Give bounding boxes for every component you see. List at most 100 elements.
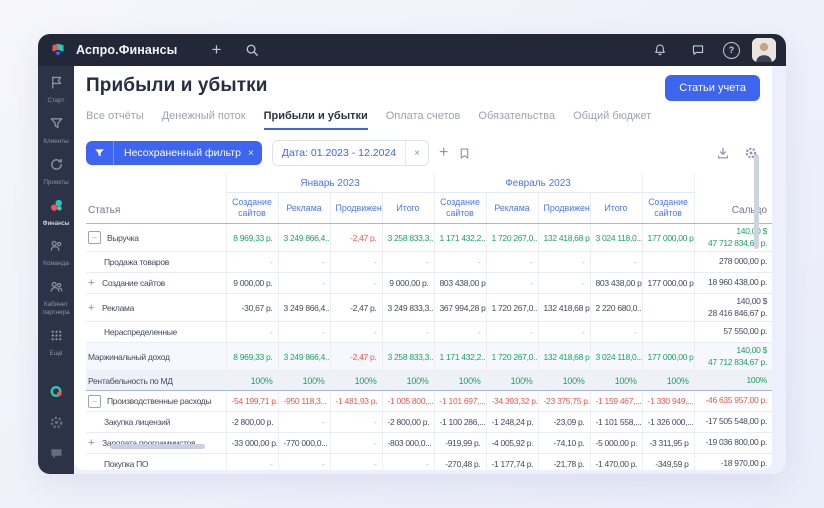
- row-label-cell: –Производственные расходы: [86, 391, 226, 412]
- table-row: +Создание сайтов9 000,00 р.--9 000,00 р.…: [86, 273, 772, 294]
- value-cell: -1 470,00 р.: [590, 454, 642, 471]
- unsaved-filter-chip[interactable]: Несохраненный фильтр ×: [86, 141, 262, 165]
- sidebar-item-more[interactable]: Ещё: [38, 328, 74, 358]
- table-row: Маржинальный доход8 969,33 р.3 249 866,4…: [86, 343, 772, 371]
- value-cell: -74,10 р.: [538, 433, 590, 454]
- value-cell: -: [330, 273, 382, 294]
- value-cell: 100%: [486, 371, 538, 391]
- value-cell: -2 800,00 р.: [226, 412, 278, 433]
- sidebar-item-start[interactable]: Старт: [38, 75, 74, 105]
- value-cell: 3 258 833,3...: [382, 343, 434, 371]
- value-cell: 1 171 432,2...: [434, 224, 486, 252]
- tab-item[interactable]: Общий бюджет: [573, 110, 651, 130]
- bookmark-icon[interactable]: [458, 147, 471, 160]
- value-cell: 3 249 833,3...: [382, 294, 434, 322]
- value-cell: -1 481,93 р.: [330, 391, 382, 412]
- expand-plus-icon[interactable]: +: [88, 437, 96, 449]
- sidebar-item-finance[interactable]: Финансы: [38, 198, 74, 228]
- saldo-cell: 18 960 438,00 р.: [694, 273, 772, 294]
- value-cell: 132 418,68 р.: [538, 294, 590, 322]
- sidebar-item-team[interactable]: Команда: [38, 238, 74, 268]
- value-cell: -270,48 р.: [434, 454, 486, 471]
- value-cell: 100%: [434, 371, 486, 391]
- sidebar-item-label: Финансы: [43, 220, 69, 228]
- download-icon[interactable]: [716, 146, 730, 160]
- value-cell: -23,09 р.: [538, 412, 590, 433]
- sidebar-item-label: Клиенты: [43, 138, 68, 146]
- row-label: Маржинальный доход: [88, 352, 170, 362]
- row-label: Продажа товаров: [104, 257, 169, 267]
- row-label: Выручка: [107, 233, 139, 243]
- expand-plus-icon[interactable]: +: [88, 277, 96, 289]
- tab-item[interactable]: Прибыли и убытки: [264, 110, 368, 130]
- value-cell: -: [538, 252, 590, 273]
- value-cell: -919,99 р.: [434, 433, 486, 454]
- table-row: Рентабельность по МД100%100%100%100%100%…: [86, 371, 772, 391]
- value-cell: 132 418,68 р.: [538, 343, 590, 371]
- column-header: Итого: [382, 193, 434, 224]
- partner-icon: [49, 279, 64, 299]
- profit-loss-table: Январь 2023Февраль 2023СтатьяСоздание са…: [86, 174, 772, 470]
- value-cell: [642, 294, 694, 322]
- date-filter-chip[interactable]: Дата: 01.2023 - 12.2024 ×: [272, 140, 429, 166]
- row-label-cell: Рентабельность по МД: [86, 371, 226, 391]
- value-cell: 9 000,00 р.: [382, 273, 434, 294]
- search-icon[interactable]: [239, 37, 265, 63]
- app-title: Аспро.Финансы: [76, 43, 177, 57]
- horizontal-scrollbar[interactable]: [110, 444, 205, 449]
- remove-filter-icon[interactable]: ×: [248, 148, 254, 159]
- value-cell: -: [278, 322, 330, 343]
- expand-plus-icon[interactable]: +: [88, 302, 96, 314]
- value-cell: -803 000,0...: [382, 433, 434, 454]
- value-cell: -34 393,32 р.: [486, 391, 538, 412]
- value-cell: -: [590, 322, 642, 343]
- value-cell: 8 969,33 р.: [226, 343, 278, 371]
- sidebar-item-projects[interactable]: Проекты: [38, 157, 74, 187]
- page-title: Прибыли и убытки: [86, 75, 268, 97]
- value-cell: -: [486, 252, 538, 273]
- more-icon: [49, 328, 64, 348]
- sidebar-item-partner[interactable]: Кабинет партнера: [38, 279, 74, 317]
- value-cell: -: [330, 252, 382, 273]
- value-cell: [642, 252, 694, 273]
- accounting-articles-button[interactable]: Статьи учета: [665, 75, 760, 101]
- value-cell: 100%: [642, 371, 694, 391]
- sidebar-item-clients[interactable]: Клиенты: [38, 116, 74, 146]
- avatar[interactable]: [752, 38, 776, 62]
- value-cell: -: [434, 252, 486, 273]
- sidebar-item-label: Команда: [43, 260, 69, 268]
- value-cell: -: [278, 273, 330, 294]
- table-row: Нераспределенные--------57 550,00 р.: [86, 322, 772, 343]
- saldo-column-header: Сальдо: [694, 193, 772, 224]
- value-cell: 3 024 118,0...: [590, 343, 642, 371]
- value-cell: 1 720 267,0...: [486, 343, 538, 371]
- app-logo-badge[interactable]: [49, 384, 64, 404]
- remove-date-filter-icon[interactable]: ×: [406, 148, 428, 159]
- create-plus-icon[interactable]: +: [203, 37, 229, 63]
- value-cell: -1 326 000,...: [642, 412, 694, 433]
- value-cell: 803 438,00 р.: [590, 273, 642, 294]
- messages-chat-icon[interactable]: [685, 37, 711, 63]
- tab-item[interactable]: Обязательства: [478, 110, 555, 130]
- tab-item[interactable]: Оплата счетов: [386, 110, 461, 130]
- support-chat-icon[interactable]: [49, 446, 64, 466]
- tab-item[interactable]: Денежный поток: [162, 110, 246, 130]
- main-content: Прибыли и убытки Статьи учета Все отчёты…: [74, 66, 786, 474]
- filter-funnel-icon[interactable]: [86, 141, 114, 165]
- value-cell: -950 118,3...: [278, 391, 330, 412]
- report-card: Прибыли и убытки Статьи учета Все отчёты…: [74, 66, 772, 470]
- finance-icon: [49, 198, 64, 218]
- value-cell: 100%: [226, 371, 278, 391]
- month-group-header: Февраль 2023: [434, 174, 642, 193]
- collapse-toggle-icon[interactable]: –: [88, 231, 101, 244]
- row-label-cell: +Создание сайтов: [86, 273, 226, 294]
- collapse-toggle-icon[interactable]: –: [88, 395, 101, 408]
- value-cell: 803 438,00 р.: [434, 273, 486, 294]
- notifications-bell-icon[interactable]: [647, 37, 673, 63]
- settings-gear-icon[interactable]: [49, 415, 64, 435]
- vertical-scrollbar[interactable]: [754, 154, 759, 249]
- help-icon[interactable]: ?: [723, 42, 740, 59]
- add-filter-icon[interactable]: +: [439, 145, 448, 161]
- value-cell: -: [226, 252, 278, 273]
- tab-item[interactable]: Все отчёты: [86, 110, 144, 130]
